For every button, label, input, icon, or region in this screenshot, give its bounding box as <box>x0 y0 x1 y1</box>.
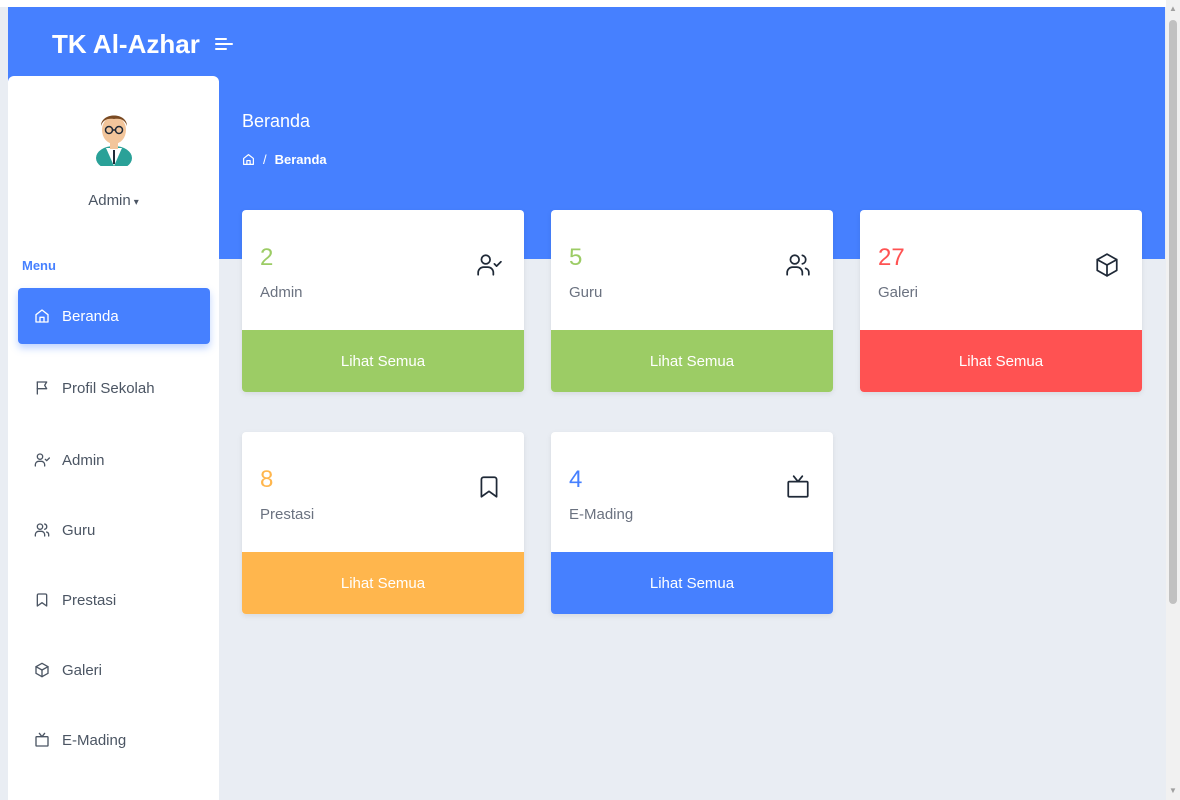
scroll-thumb[interactable] <box>1169 20 1177 604</box>
sidebar-item-label: Guru <box>62 521 96 539</box>
sidebar-item-label: Beranda <box>62 307 119 325</box>
user-check-icon <box>477 254 502 276</box>
stat-card-e-mading: 4 E-Mading Lihat Semua <box>551 432 833 614</box>
stat-count: 5 <box>569 244 583 271</box>
stat-card-guru: 5 Guru Lihat Semua <box>551 210 833 392</box>
sidebar-item-beranda[interactable]: Beranda <box>18 288 210 344</box>
user-name: Admin <box>88 192 131 209</box>
user-menu[interactable]: Admin ▾ <box>8 192 219 209</box>
stat-label: Admin <box>260 284 303 301</box>
sidebar-item-e-mading[interactable]: E-Mading <box>18 712 210 768</box>
tv-icon <box>35 732 49 747</box>
box-icon <box>35 662 49 678</box>
stat-card-galeri: 27 Galeri Lihat Semua <box>860 210 1142 392</box>
users-icon <box>34 523 50 537</box>
view-all-guru-button[interactable]: Lihat Semua <box>551 330 833 392</box>
breadcrumb: / Beranda <box>242 152 327 167</box>
sidebar-item-profil-sekolah[interactable]: Profil Sekolah <box>18 360 210 416</box>
sidebar-item-label: Admin <box>62 451 105 469</box>
stat-card-prestasi: 8 Prestasi Lihat Semua <box>242 432 524 614</box>
window-top-edge <box>0 0 1166 7</box>
stat-count: 2 <box>260 244 274 271</box>
menu-toggle-icon[interactable] <box>214 34 234 54</box>
sidebar-item-admin[interactable]: Admin <box>18 432 210 488</box>
view-all-prestasi-button[interactable]: Lihat Semua <box>242 552 524 614</box>
brand: TK Al-Azhar <box>52 24 234 64</box>
menu-caption: Menu <box>22 258 56 273</box>
sidebar-item-guru[interactable]: Guru <box>18 502 210 558</box>
bookmark-icon <box>480 476 498 498</box>
scroll-up-icon[interactable]: ▲ <box>1166 2 1180 16</box>
stat-label: Guru <box>569 284 603 301</box>
view-all-admin-button[interactable]: Lihat Semua <box>242 330 524 392</box>
users-icon <box>786 254 810 276</box>
user-check-icon <box>34 453 50 467</box>
brand-title: TK Al-Azhar <box>52 28 200 59</box>
sidebar-item-galeri[interactable]: Galeri <box>18 642 210 698</box>
sidebar-item-prestasi[interactable]: Prestasi <box>18 572 210 628</box>
stat-label: Prestasi <box>260 506 315 523</box>
sidebar-item-label: Galeri <box>62 661 103 679</box>
sidebar: Admin ▾ Menu Beranda Profil Sekolah Admin… <box>8 76 219 800</box>
bookmark-icon <box>36 593 48 607</box>
home-icon <box>35 309 49 323</box>
view-all-galeri-button[interactable]: Lihat Semua <box>860 330 1142 392</box>
stat-count: 27 <box>878 244 905 271</box>
breadcrumb-current: Beranda <box>274 152 327 167</box>
stat-label: E-Mading <box>569 506 634 523</box>
sidebar-item-label: E-Mading <box>62 731 127 749</box>
flag-icon <box>36 381 48 395</box>
caret-down-icon: ▾ <box>133 197 139 208</box>
breadcrumb-separator: / <box>263 152 267 167</box>
home-icon[interactable] <box>242 153 255 166</box>
stat-count: 4 <box>569 466 583 493</box>
view-all-e-mading-button[interactable]: Lihat Semua <box>551 552 833 614</box>
sidebar-item-label: Profil Sekolah <box>62 379 155 397</box>
scrollbar[interactable]: ▲ ▼ <box>1166 0 1180 800</box>
sidebar-item-label: Prestasi <box>62 591 117 609</box>
scroll-down-icon[interactable]: ▼ <box>1166 784 1180 798</box>
tv-icon <box>787 475 809 498</box>
stat-count: 8 <box>260 466 274 493</box>
avatar[interactable] <box>92 108 136 166</box>
box-icon <box>1096 253 1118 277</box>
stat-card-admin: 2 Admin Lihat Semua <box>242 210 524 392</box>
stat-label: Galeri <box>878 284 919 301</box>
page-title: Beranda <box>242 111 311 131</box>
